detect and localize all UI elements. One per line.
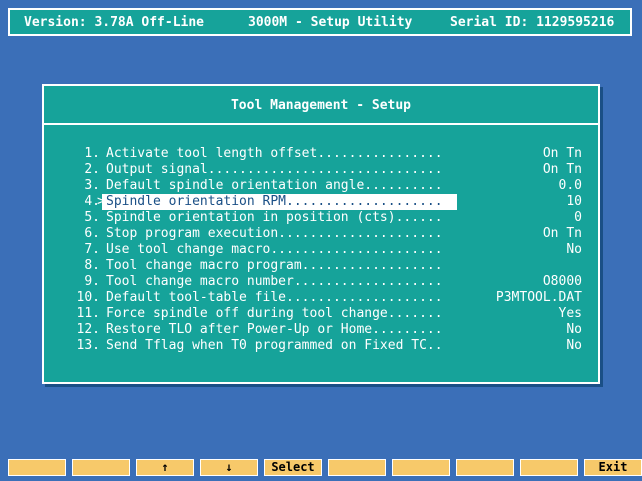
setting-label: Default tool-table file.................…: [106, 290, 443, 305]
setting-row[interactable]: >4. Spindle orientation RPM..............…: [74, 194, 582, 210]
setting-row[interactable]: 1. Activate tool length offset...........…: [74, 146, 582, 162]
setting-value: On Tn: [542, 162, 582, 177]
select-button[interactable]: Select: [264, 459, 322, 476]
title-bar: Version: 3.78A Off-Line 3000M - Setup Ut…: [8, 8, 632, 36]
setting-label: Default spindle orientation angle.......…: [106, 178, 443, 193]
setting-number: 9.: [84, 274, 100, 289]
setting-label: Tool change macro number................…: [106, 274, 443, 289]
setting-row[interactable]: 2. Output signal.........................…: [74, 162, 582, 178]
setting-label: Stop program execution..................…: [106, 226, 443, 241]
function-key-1[interactable]: [8, 459, 66, 476]
setting-number: 10.: [76, 290, 100, 305]
setting-value: P3MTOOL.DAT: [495, 290, 582, 305]
up-arrow-button[interactable]: ↑: [136, 459, 194, 476]
panel-divider: [44, 123, 598, 125]
panel-title: Tool Management - Setup: [230, 98, 411, 113]
setting-number: 12.: [76, 322, 100, 337]
setting-row[interactable]: 6. Stop program execution................…: [74, 226, 582, 242]
serial-id: Serial ID: 1129595216: [450, 15, 615, 30]
setting-label: Output signal...........................…: [106, 162, 443, 177]
setting-value: 0.0: [558, 178, 582, 193]
function-key-7[interactable]: [392, 459, 450, 476]
setting-label: Tool change macro program...............…: [106, 258, 443, 273]
setting-value: On Tn: [542, 146, 582, 161]
setting-number: 3.: [84, 178, 100, 193]
setting-number: 11.: [76, 306, 100, 321]
function-key-2[interactable]: [72, 459, 130, 476]
setting-number: 7.: [84, 242, 100, 257]
setting-value: 0: [574, 210, 582, 225]
setting-row[interactable]: 5. Spindle orientation in position (cts).…: [74, 210, 582, 226]
setting-value: Yes: [558, 306, 582, 321]
setting-label: Force spindle off during tool change....…: [106, 306, 443, 321]
setting-value: 10: [566, 194, 582, 209]
setting-number: 6.: [84, 226, 100, 241]
setting-label: Send Tflag when T0 programmed on Fixed T…: [106, 338, 443, 353]
setting-number: 5.: [84, 210, 100, 225]
setting-number: 13.: [76, 338, 100, 353]
app-title: 3000M - Setup Utility: [248, 15, 413, 30]
setting-number: 2.: [84, 162, 100, 177]
setting-value: On Tn: [542, 226, 582, 241]
setting-value: O8000: [542, 274, 582, 289]
function-key-9[interactable]: [520, 459, 578, 476]
setting-label: Activate tool length offset.............…: [106, 146, 443, 161]
setting-label: Spindle orientation RPM.................…: [106, 194, 443, 209]
setting-number: 1.: [84, 146, 100, 161]
exit-button[interactable]: Exit: [584, 459, 642, 476]
setting-row[interactable]: 7. Use tool change macro.................…: [74, 242, 582, 258]
setting-value: No: [566, 322, 582, 337]
setting-row[interactable]: 9. Tool change macro number..............…: [74, 274, 582, 290]
setting-label: Use tool change macro...................…: [106, 242, 443, 257]
setting-label: Restore TLO after Power-Up or Home......…: [106, 322, 443, 337]
setting-row[interactable]: 10. Default tool-table file..............…: [74, 290, 582, 306]
down-arrow-button[interactable]: ↓: [200, 459, 258, 476]
setting-number: 4.: [84, 194, 100, 209]
setting-value: No: [566, 338, 582, 353]
setting-row[interactable]: 11. Force spindle off during tool change.…: [74, 306, 582, 322]
setting-row[interactable]: 12. Restore TLO after Power-Up or Home...…: [74, 322, 582, 338]
setting-row[interactable]: 3. Default spindle orientation angle.....…: [74, 178, 582, 194]
version-text: Version: 3.78A Off-Line: [24, 15, 205, 30]
setting-number: 8.: [84, 258, 100, 273]
setting-label: Spindle orientation in position (cts)...…: [106, 210, 443, 225]
tool-management-panel: Tool Management - Setup 1. Activate tool …: [42, 84, 600, 384]
setting-row[interactable]: 8. Tool change macro program.............…: [74, 258, 582, 274]
function-key-6[interactable]: [328, 459, 386, 476]
setting-row[interactable]: 13. Send Tflag when T0 programmed on Fixe…: [74, 338, 582, 354]
function-key-8[interactable]: [456, 459, 514, 476]
setting-value: No: [566, 242, 582, 257]
